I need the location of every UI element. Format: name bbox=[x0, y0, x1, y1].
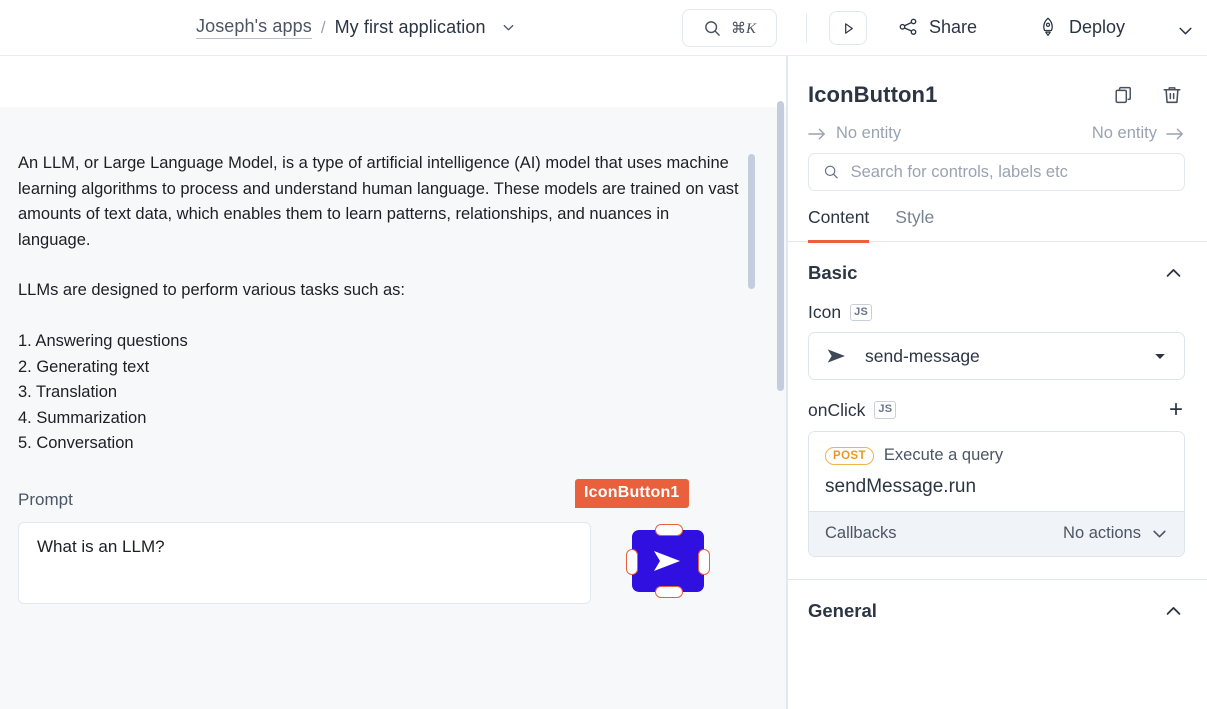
arrow-right-icon bbox=[808, 128, 825, 139]
trash-icon[interactable] bbox=[1161, 84, 1183, 106]
action-card-top[interactable]: POST Execute a query sendMessage.run bbox=[809, 432, 1184, 511]
breadcrumb-org-link[interactable]: Joseph's apps bbox=[196, 16, 312, 39]
entity-prev-link[interactable]: No entity bbox=[808, 124, 901, 143]
entity-prev-label: No entity bbox=[836, 124, 902, 142]
response-list-item: 2. Generating text bbox=[18, 357, 150, 376]
app-root: Joseph's apps / My first application ⌘K bbox=[0, 0, 1207, 709]
send-message-icon bbox=[827, 349, 845, 363]
rocket-icon bbox=[1043, 17, 1053, 37]
toolbar-divider bbox=[806, 14, 807, 42]
deploy-label: Deploy bbox=[1069, 16, 1126, 37]
callbacks-row[interactable]: Callbacks No actions bbox=[809, 511, 1184, 556]
arrow-right-icon bbox=[1166, 128, 1183, 139]
section-general-title: General bbox=[808, 600, 877, 621]
js-badge[interactable]: JS bbox=[850, 303, 873, 322]
entity-navigation: No entity No entity bbox=[788, 108, 1207, 143]
top-bar: Joseph's apps / My first application ⌘K bbox=[0, 0, 1207, 56]
chevron-up-icon[interactable] bbox=[1164, 264, 1183, 283]
deploy-options-chevron-down-icon[interactable] bbox=[1177, 22, 1194, 44]
icon-field-label: Icon bbox=[808, 302, 842, 322]
share-label: Share bbox=[929, 16, 978, 37]
share-button[interactable]: Share bbox=[897, 16, 977, 38]
selected-widget-iconbutton1[interactable]: IconButton1 bbox=[575, 479, 710, 598]
search-icon bbox=[705, 20, 720, 36]
response-paragraph-2: LLMs are designed to perform various tas… bbox=[18, 281, 406, 300]
prompt-input[interactable]: What is an LLM? bbox=[18, 522, 591, 604]
panel-tabs: Content Style bbox=[788, 207, 1207, 243]
tab-content[interactable]: Content bbox=[808, 207, 870, 243]
breadcrumb-app-name[interactable]: My first application bbox=[335, 17, 486, 38]
callbacks-value-group: No actions bbox=[1063, 524, 1168, 543]
property-panel-header: IconButton1 bbox=[788, 56, 1207, 108]
icon-select-value: send-message bbox=[865, 345, 980, 366]
response-list-item: 4. Summarization bbox=[18, 408, 147, 427]
global-search-button[interactable]: ⌘K bbox=[682, 9, 777, 47]
play-icon bbox=[844, 22, 853, 34]
resize-handle-left[interactable] bbox=[626, 549, 638, 575]
onclick-field-label: onClick bbox=[808, 399, 866, 420]
resize-handle-bottom[interactable] bbox=[655, 586, 683, 598]
onclick-field-label-row: onClick JS + bbox=[788, 380, 1207, 422]
section-general-header[interactable]: General bbox=[788, 580, 1207, 622]
llm-response-text: An LLM, or Large Language Model, is a ty… bbox=[18, 151, 745, 457]
app-canvas[interactable]: An LLM, or Large Language Model, is a ty… bbox=[0, 56, 787, 709]
chevron-down-icon[interactable] bbox=[1151, 525, 1168, 542]
response-list-item: 3. Translation bbox=[18, 383, 118, 402]
prompt-label: Prompt bbox=[18, 490, 73, 509]
chevron-up-icon[interactable] bbox=[1164, 602, 1183, 621]
widget-name-badge: IconButton1 bbox=[575, 479, 689, 508]
post-method-badge: POST bbox=[825, 446, 874, 465]
response-paragraph-1: An LLM, or Large Language Model, is a ty… bbox=[18, 154, 739, 249]
onclick-action-card[interactable]: POST Execute a query sendMessage.run Cal… bbox=[808, 431, 1185, 557]
add-action-plus-icon[interactable]: + bbox=[1169, 398, 1183, 422]
js-badge[interactable]: JS bbox=[874, 401, 897, 419]
breadcrumb: Joseph's apps / My first application bbox=[196, 16, 516, 39]
resize-handle-right[interactable] bbox=[698, 549, 710, 575]
action-description: Execute a query bbox=[883, 446, 1004, 464]
section-basic-title: Basic bbox=[808, 262, 858, 283]
icon-field-label-row: Icon JS bbox=[788, 284, 1207, 323]
breadcrumb-separator: / bbox=[320, 17, 326, 37]
deploy-button[interactable]: Deploy bbox=[1037, 16, 1125, 38]
caret-down-icon bbox=[1155, 354, 1165, 359]
property-panel: IconButton1 No entity No entity Search f… bbox=[787, 56, 1207, 709]
response-list-item: 1. Answering questions bbox=[18, 331, 188, 350]
callbacks-value: No actions bbox=[1063, 524, 1141, 542]
canvas-scrollbar[interactable] bbox=[777, 101, 784, 391]
search-input[interactable] bbox=[850, 162, 1170, 182]
run-preview-button[interactable] bbox=[829, 11, 867, 45]
callbacks-label: Callbacks bbox=[825, 524, 897, 542]
page-title: IconButton1 bbox=[808, 82, 938, 107]
search-icon bbox=[824, 165, 838, 179]
tab-style[interactable]: Style bbox=[895, 207, 934, 241]
section-basic-header[interactable]: Basic bbox=[788, 242, 1207, 284]
copy-icon[interactable] bbox=[1113, 84, 1135, 106]
panel-header-actions bbox=[1113, 84, 1183, 106]
entity-next-link[interactable]: No entity bbox=[1092, 124, 1185, 143]
panel-search-box[interactable] bbox=[808, 153, 1185, 191]
resize-handle-top[interactable] bbox=[655, 524, 683, 536]
text-widget-scrollbar[interactable] bbox=[748, 154, 755, 289]
icon-button-widget[interactable] bbox=[632, 530, 704, 592]
chevron-down-icon[interactable] bbox=[501, 20, 516, 35]
entity-next-label: No entity bbox=[1091, 124, 1157, 142]
body: An LLM, or Large Language Model, is a ty… bbox=[0, 56, 1207, 709]
search-shortcut: ⌘K bbox=[730, 19, 756, 37]
send-message-icon bbox=[654, 551, 680, 571]
share-nodes-icon bbox=[899, 18, 917, 35]
icon-select[interactable]: send-message bbox=[808, 332, 1185, 380]
action-query-name: sendMessage.run bbox=[825, 476, 977, 497]
response-list-item: 5. Conversation bbox=[18, 434, 134, 453]
